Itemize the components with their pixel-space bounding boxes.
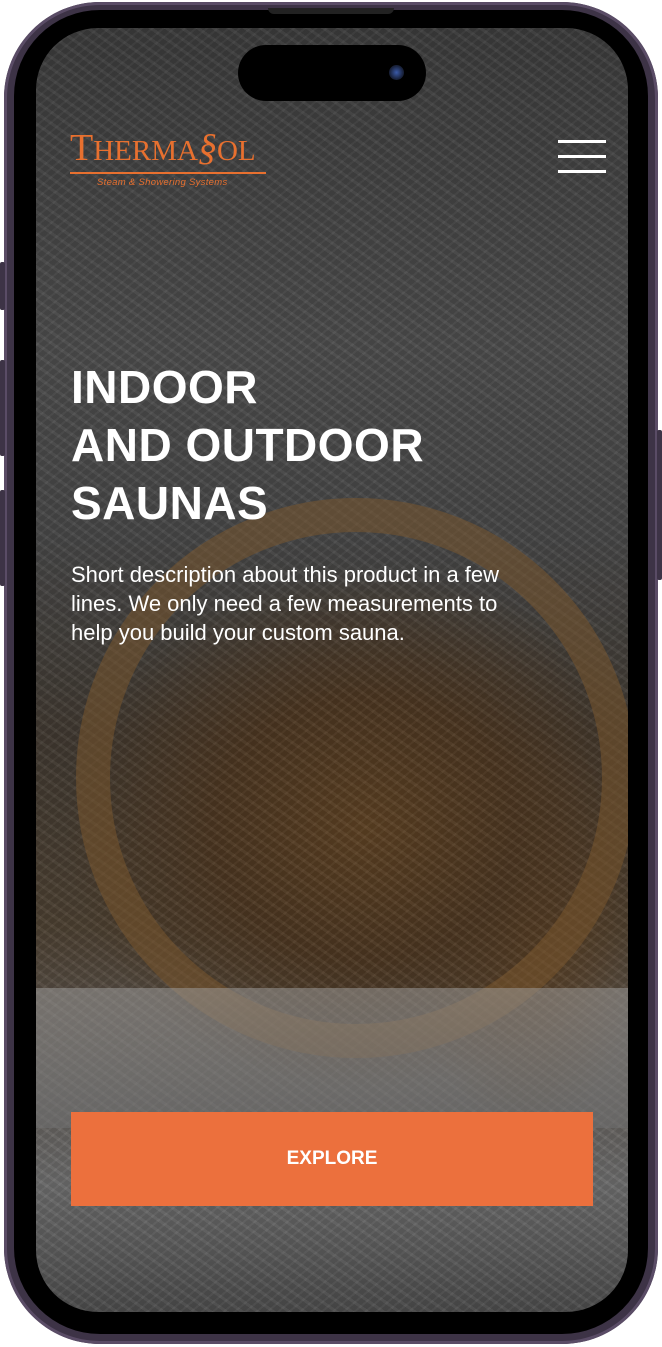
snow-ground (36, 988, 628, 1128)
hero-title-line: INDOOR (71, 361, 258, 413)
hamburger-menu-icon[interactable] (558, 140, 606, 174)
logo-wordmark: THERMA§OL (70, 128, 266, 174)
thermasol-logo[interactable]: THERMA§OL Steam & Showering Systems (70, 128, 266, 188)
phone-speaker (268, 8, 394, 14)
hero-title-line: SAUNAS (71, 477, 269, 529)
hero-title-line: AND OUTDOOR (71, 419, 425, 471)
dynamic-island (238, 45, 426, 101)
explore-button[interactable]: EXPLORE (71, 1112, 593, 1206)
camera-icon (389, 65, 404, 80)
logo-tagline: Steam & Showering Systems (97, 177, 228, 188)
phone-volume-up-button (0, 360, 5, 456)
phone-action-button (0, 262, 5, 310)
hero-description: Short description about this product in … (71, 562, 500, 645)
screen: THERMA§OL Steam & Showering Systems INDO… (36, 28, 628, 1312)
phone-volume-down-button (0, 490, 5, 586)
hero-title: INDOOR AND OUTDOOR SAUNAS (71, 358, 424, 532)
phone-power-button (657, 430, 662, 580)
